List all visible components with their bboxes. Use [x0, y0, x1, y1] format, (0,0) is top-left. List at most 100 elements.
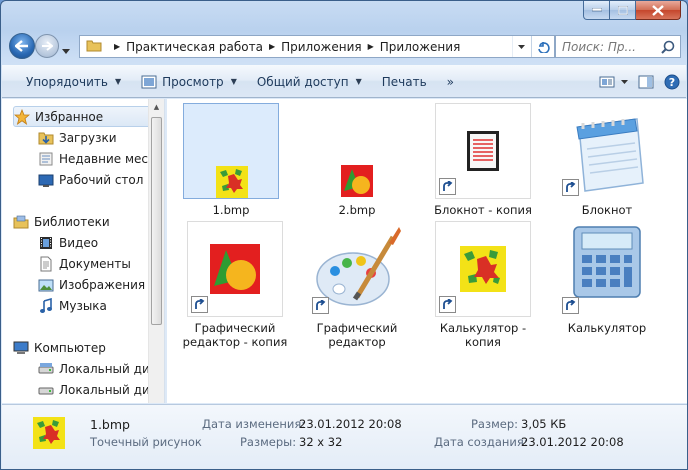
minimize-button[interactable]: [583, 1, 610, 20]
more-commands-button[interactable]: »: [437, 66, 464, 97]
nav-documents[interactable]: Документы: [38, 253, 131, 274]
view-options-icon: [599, 76, 615, 87]
share-button[interactable]: Общий доступ ▼: [247, 66, 372, 97]
video-icon: [38, 235, 54, 251]
shortcut-arrow-icon: [562, 179, 579, 196]
scroll-up-arrow[interactable]: ▲: [149, 99, 164, 115]
file-preview-icon: [33, 417, 65, 449]
file-thumbnail: [559, 103, 655, 199]
print-label: Печать: [381, 74, 427, 89]
file-name: 2.bmp: [338, 203, 376, 217]
notepad-app-icon: [576, 118, 644, 192]
refresh-button[interactable]: [531, 36, 554, 57]
chevron-down-icon: ▼: [114, 77, 122, 86]
shortcut-arrow-icon: [312, 297, 329, 314]
change-view-button[interactable]: [599, 75, 628, 89]
arrow-right-icon: [42, 41, 53, 51]
disk-icon: [38, 382, 54, 398]
file-name: Калькулятор - копия: [439, 321, 527, 349]
breadcrumb-item[interactable]: Приложения: [281, 40, 362, 54]
address-bar[interactable]: ▶ Практическая работа ▶ Приложения ▶ При…: [79, 35, 555, 58]
file-thumbnail: [559, 221, 655, 317]
documents-icon: [38, 256, 54, 272]
nav-label: Изображения: [59, 277, 146, 292]
refresh-icon: [537, 41, 550, 53]
nav-libraries[interactable]: Библиотеки: [13, 211, 110, 232]
file-name: Блокнот - копия: [434, 203, 532, 217]
music-icon: [38, 297, 54, 314]
nav-video[interactable]: Видео: [38, 232, 98, 253]
nav-label: Музыка: [59, 298, 107, 313]
arrow-left-icon: [15, 40, 28, 52]
detail-created-value: 23.01.2012 20:08: [521, 435, 624, 449]
nav-desktop[interactable]: Рабочий стол: [38, 169, 143, 190]
calculator-app-icon: [573, 226, 641, 298]
nav-label: Видео: [59, 235, 99, 250]
detail-dims-label: Размеры:: [240, 435, 297, 449]
forward-button[interactable]: [35, 34, 59, 58]
detail-file-type: Точечный рисунок: [90, 435, 202, 449]
breadcrumb: ▶ Практическая работа ▶ Приложения ▶ При…: [108, 40, 460, 54]
command-bar: Упорядочить ▼ Просмотр ▼ Общий доступ ▼ Печ…: [2, 65, 686, 98]
preview-pane-icon: [638, 75, 654, 88]
chevron-down-icon: ▼: [355, 77, 362, 86]
maximize-button[interactable]: [610, 1, 636, 20]
detail-modified-label: Дата изменения:: [202, 417, 306, 431]
bitmap-preview-icon: [210, 244, 260, 294]
nav-scrollbar[interactable]: ▲: [148, 99, 164, 403]
nav-local-disk-1[interactable]: Локальный диск: [38, 358, 164, 379]
print-button[interactable]: Печать: [372, 66, 437, 97]
address-row: ▶ Практическая работа ▶ Приложения ▶ При…: [7, 31, 681, 61]
bitmap-thumbnail-icon: [216, 166, 248, 198]
preview-pane-button[interactable]: [638, 75, 654, 89]
detail-created-label: Дата создания:: [434, 435, 528, 449]
navigation-pane: Избранное Загрузки Недавние места Рабочи…: [2, 99, 165, 403]
toolbar-right: ?: [589, 66, 680, 97]
breadcrumb-item[interactable]: Практическая работа: [126, 40, 263, 54]
file-thumbnail: [309, 103, 405, 199]
file-thumbnail: [187, 221, 283, 317]
star-icon: [14, 108, 30, 125]
folder-icon: [86, 38, 102, 55]
recent-pages-dropdown[interactable]: [62, 43, 70, 57]
nav-local-disk-2[interactable]: Локальный диск: [38, 379, 164, 400]
nav-music[interactable]: Музыка: [38, 295, 107, 316]
nav-images[interactable]: Изображения: [38, 274, 145, 295]
details-pane: 1.bmp Точечный рисунок Дата изменения: 2…: [2, 404, 687, 469]
chevron-right-icon: ▶: [114, 42, 121, 51]
nav-recent[interactable]: Недавние места: [38, 148, 162, 169]
notepad-icon: [467, 131, 499, 171]
caption-buttons: [583, 1, 681, 20]
bitmap-preview-icon: [460, 246, 506, 292]
help-icon: ?: [664, 74, 680, 89]
computer-icon: [13, 340, 29, 356]
nav-label: Недавние места: [59, 151, 163, 166]
back-button[interactable]: [9, 33, 35, 59]
address-dropdown[interactable]: [512, 36, 530, 57]
view-label: Просмотр: [162, 74, 224, 89]
search-input[interactable]: Поиск: Пр...: [555, 35, 681, 58]
nav-label: Компьютер: [34, 340, 106, 355]
file-name: Графический редактор - копия: [182, 321, 288, 349]
help-button[interactable]: ?: [664, 74, 680, 90]
organize-button[interactable]: Упорядочить ▼: [2, 66, 131, 97]
nav-downloads[interactable]: Загрузки: [38, 127, 117, 148]
file-name: Блокнот: [581, 203, 633, 217]
breadcrumb-item[interactable]: Приложения: [380, 40, 461, 54]
search-icon: [661, 40, 675, 57]
nav-label: Библиотеки: [34, 214, 110, 229]
file-thumbnail: [435, 103, 531, 199]
more-label: »: [446, 74, 454, 89]
svg-text:?: ?: [669, 76, 675, 89]
nav-computer[interactable]: Компьютер: [13, 337, 106, 358]
scroll-thumb[interactable]: [151, 117, 162, 325]
file-thumbnail: [309, 221, 405, 317]
file-name: Калькулятор: [567, 321, 647, 335]
chevron-down-icon: ▼: [230, 77, 237, 86]
chevron-right-icon: ▶: [367, 42, 374, 51]
close-button[interactable]: [636, 1, 681, 20]
shortcut-arrow-icon: [191, 296, 208, 313]
nav-favorites[interactable]: Избранное: [13, 106, 153, 127]
chevron-right-icon: ▶: [268, 42, 276, 51]
view-button[interactable]: Просмотр ▼: [131, 66, 247, 97]
